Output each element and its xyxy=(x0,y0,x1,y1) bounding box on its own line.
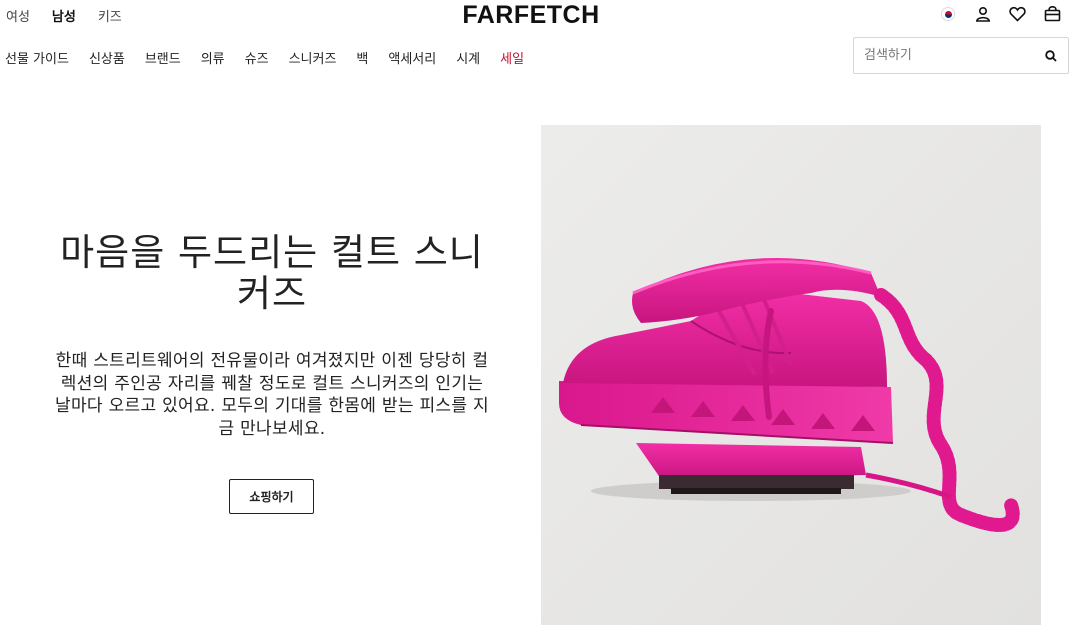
wishlist-heart-icon[interactable] xyxy=(1009,5,1026,22)
header-icons xyxy=(939,5,1061,22)
nav-item-clothing[interactable]: 의류 xyxy=(201,48,225,67)
shopping-bag-icon[interactable] xyxy=(1044,5,1061,22)
tab-kids[interactable]: 키즈 xyxy=(98,6,122,25)
hero-product-image[interactable] xyxy=(541,125,1041,625)
search-box xyxy=(853,37,1069,74)
korea-flag-icon[interactable] xyxy=(939,5,956,22)
nav-item-watches[interactable]: 시계 xyxy=(456,48,480,67)
nav-item-brands[interactable]: 브랜드 xyxy=(145,48,181,67)
nav-item-accessories[interactable]: 액세서리 xyxy=(388,48,436,67)
farfetch-logo[interactable]: FARFETCH xyxy=(449,1,613,29)
tab-men[interactable]: 남성 xyxy=(52,6,76,25)
nav-item-sale[interactable]: 세일 xyxy=(500,48,524,67)
main-nav: 선물 가이드 신상품 브랜드 의류 슈즈 스니커즈 백 액세서리 시계 세일 xyxy=(0,36,1071,76)
nav-item-sneakers[interactable]: 스니커즈 xyxy=(289,48,337,67)
search-icon[interactable] xyxy=(1034,38,1068,73)
nav-item-shoes[interactable]: 슈즈 xyxy=(245,48,269,67)
hero-text-block: 마음을 두드리는 컬트 스니커즈 한때 스트리트웨어의 전유물이라 여겨졌지만 … xyxy=(52,232,492,440)
category-menu: 선물 가이드 신상품 브랜드 의류 슈즈 스니커즈 백 액세서리 시계 세일 xyxy=(5,48,544,67)
account-icon[interactable] xyxy=(974,5,991,22)
search-input[interactable] xyxy=(854,38,1034,73)
tab-women[interactable]: 여성 xyxy=(6,6,30,25)
top-bar: 여성 남성 키즈 FARFETCH xyxy=(0,0,1071,32)
hero-description: 한때 스트리트웨어의 전유물이라 여겨졌지만 이젠 당당히 컬렉션의 주인공 자… xyxy=(55,351,489,439)
nav-item-new-in[interactable]: 신상품 xyxy=(89,48,125,67)
shop-now-button[interactable]: 쇼핑하기 xyxy=(229,479,314,514)
hero-title: 마음을 두드리는 컬트 스니커즈 xyxy=(60,231,484,315)
gender-tabs: 여성 남성 키즈 xyxy=(6,6,122,25)
nav-item-bags[interactable]: 백 xyxy=(356,48,368,67)
nav-item-gift-guide[interactable]: 선물 가이드 xyxy=(5,48,69,67)
